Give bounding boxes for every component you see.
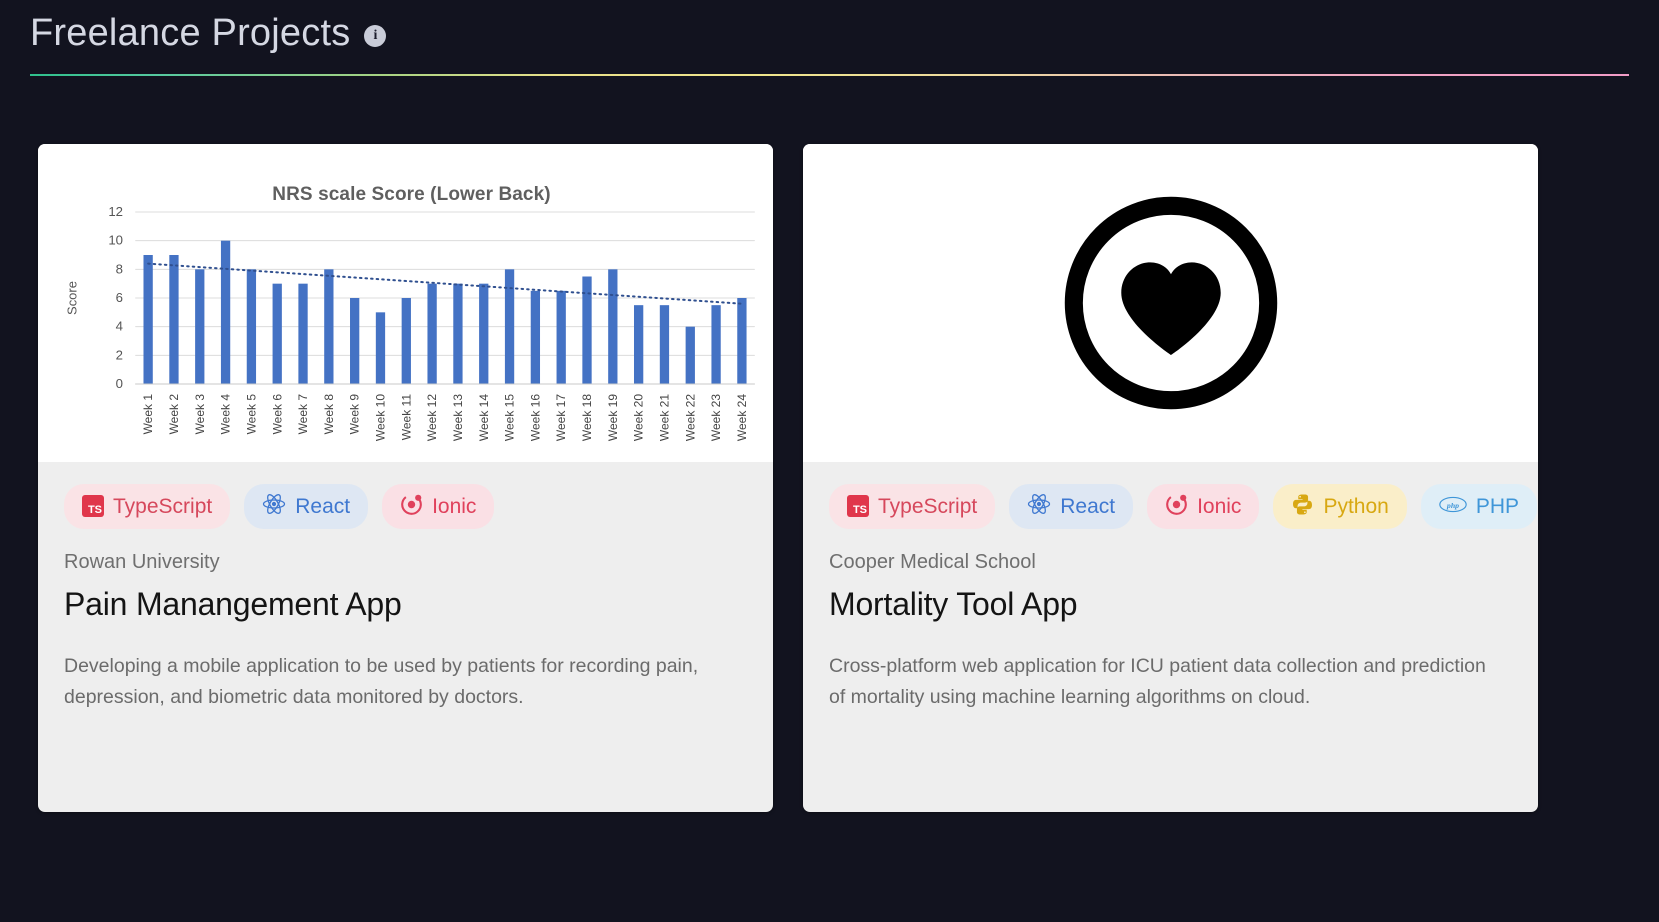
- project-title: Pain Manangement App: [64, 585, 402, 622]
- tech-tag-list: TS TypeScript React: [38, 462, 773, 529]
- chart-plot-area: 0 2 4 6 8 10 12 Score Week 1 Week 2 Week 3 Week 4 We…: [64, 206, 755, 441]
- ionic-icon: [1165, 493, 1188, 520]
- svg-text:Week 1: Week 1: [141, 393, 155, 434]
- tech-tag-label: React: [295, 494, 351, 518]
- page-header: Freelance Projects i: [0, 0, 1659, 58]
- svg-text:Week 23: Week 23: [709, 393, 723, 440]
- tech-tag-typescript[interactable]: TS TypeScript: [64, 483, 231, 529]
- svg-text:Week 11: Week 11: [399, 393, 413, 439]
- svg-text:2: 2: [116, 347, 123, 362]
- card-media-logo: [803, 143, 1538, 462]
- svg-text:php: php: [1446, 500, 1459, 509]
- tech-tag-php[interactable]: php PHP: [1420, 483, 1538, 529]
- svg-text:8: 8: [116, 261, 123, 276]
- svg-text:Week 7: Week 7: [296, 393, 310, 434]
- tech-tag-ionic[interactable]: Ionic: [1147, 483, 1260, 529]
- tech-tag-label: React: [1060, 494, 1116, 518]
- heart-logo-svg: [1064, 196, 1277, 409]
- svg-text:Week 16: Week 16: [528, 393, 542, 440]
- svg-text:6: 6: [116, 290, 123, 305]
- project-card[interactable]: NRS scale Score (Lower Back) 0 2 4 6 8 10 12 Sc…: [38, 143, 773, 812]
- react-icon: [262, 493, 286, 519]
- svg-text:Week 9: Week 9: [348, 393, 362, 434]
- project-org: Rowan University: [64, 550, 220, 573]
- tech-tag-label: Ionic: [1197, 494, 1242, 518]
- project-title: Mortality Tool App: [829, 585, 1078, 622]
- svg-text:Week 12: Week 12: [425, 393, 439, 440]
- typescript-icon: TS: [847, 495, 869, 517]
- svg-text:Week 18: Week 18: [580, 393, 594, 440]
- svg-text:12: 12: [108, 206, 123, 219]
- tech-tag-label: Ionic: [432, 494, 477, 518]
- svg-text:Week 15: Week 15: [503, 393, 517, 440]
- page-root: Freelance Projects i NRS scale Score (Lo…: [0, 0, 1659, 922]
- project-org: Cooper Medical School: [829, 550, 1036, 573]
- project-description: Developing a mobile application to be us…: [64, 654, 699, 709]
- svg-text:4: 4: [116, 318, 123, 333]
- card-body: Rowan University Pain Manangement App De…: [38, 529, 773, 812]
- svg-text:0: 0: [116, 376, 123, 391]
- page-title: Freelance Projects: [30, 12, 351, 54]
- svg-text:Week 6: Week 6: [270, 393, 284, 434]
- tech-tag-label: PHP: [1475, 494, 1520, 518]
- nrs-chart: NRS scale Score (Lower Back) 0 2 4 6 8 10 12 Sc…: [38, 144, 773, 462]
- heart-in-circle-icon: [803, 144, 1538, 462]
- svg-text:Score: Score: [64, 281, 79, 315]
- tech-tag-label: TypeScript: [878, 494, 978, 518]
- card-body: Cooper Medical School Mortality Tool App…: [803, 529, 1538, 812]
- projects-card-list: NRS scale Score (Lower Back) 0 2 4 6 8 10 12 Sc…: [0, 76, 1659, 812]
- svg-text:Week 4: Week 4: [219, 393, 233, 434]
- ionic-icon: [400, 493, 423, 520]
- svg-text:Week 8: Week 8: [322, 393, 336, 434]
- svg-text:Week 21: Week 21: [657, 393, 671, 440]
- project-description: Cross-platform web application for ICU p…: [829, 654, 1486, 709]
- svg-text:10: 10: [108, 232, 123, 247]
- svg-text:Week 5: Week 5: [244, 393, 258, 434]
- tech-tag-label: Python: [1323, 494, 1389, 518]
- python-icon: [1291, 493, 1314, 520]
- tech-tag-list: TS TypeScript React: [803, 462, 1538, 529]
- tech-tag-python[interactable]: Python: [1273, 483, 1407, 529]
- svg-text:Week 24: Week 24: [735, 393, 749, 440]
- tech-tag-ionic[interactable]: Ionic: [382, 483, 495, 529]
- chart-title: NRS scale Score (Lower Back): [272, 183, 551, 205]
- svg-text:Week 10: Week 10: [373, 393, 387, 440]
- php-icon: php: [1439, 496, 1467, 517]
- svg-text:Week 2: Week 2: [167, 393, 181, 434]
- project-card[interactable]: TS TypeScript React Ionic Python php PHP…: [803, 143, 1538, 812]
- svg-text:Week 19: Week 19: [606, 393, 620, 440]
- react-icon: [1027, 493, 1051, 519]
- svg-text:Week 17: Week 17: [554, 393, 568, 440]
- card-media-chart: NRS scale Score (Lower Back) 0 2 4 6 8 10 12 Sc…: [38, 143, 773, 462]
- svg-text:Week 3: Week 3: [193, 393, 207, 434]
- tech-tag-react[interactable]: React: [1009, 483, 1134, 529]
- typescript-icon: TS: [82, 495, 104, 517]
- svg-text:Week 22: Week 22: [683, 393, 697, 440]
- svg-text:Week 13: Week 13: [451, 393, 465, 440]
- svg-text:Week 14: Week 14: [477, 393, 491, 440]
- svg-text:Week 20: Week 20: [632, 393, 646, 440]
- page-title-row: Freelance Projects i: [30, 10, 1659, 58]
- tech-tag-typescript[interactable]: TS TypeScript: [829, 483, 996, 529]
- info-icon[interactable]: i: [364, 24, 387, 47]
- tech-tag-label: TypeScript: [113, 494, 213, 518]
- tech-tag-react[interactable]: React: [244, 483, 369, 529]
